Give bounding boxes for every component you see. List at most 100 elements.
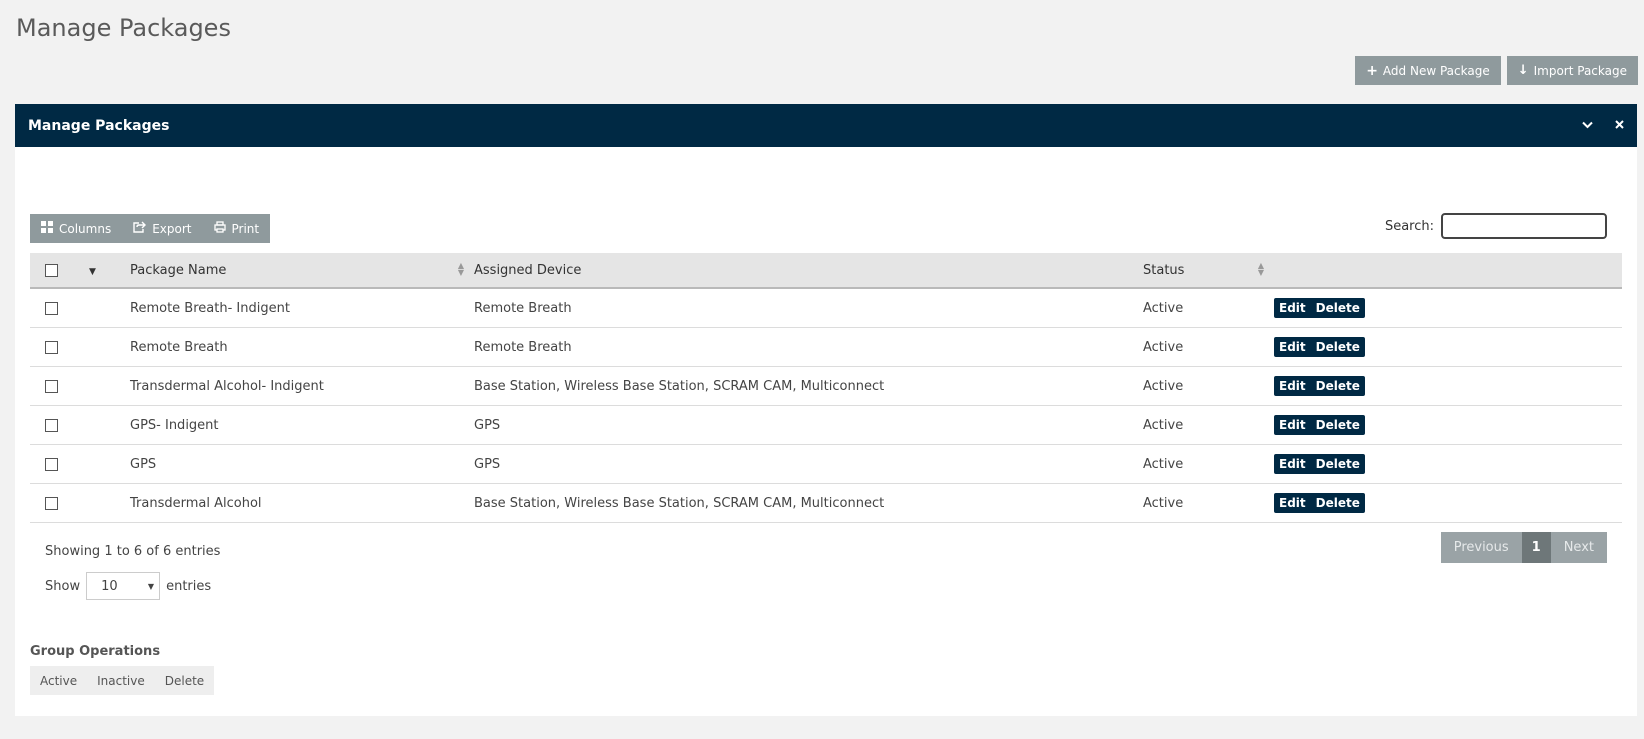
pagination: Previous 1 Next <box>1440 532 1607 563</box>
row-actions: Edit Delete <box>1274 337 1365 357</box>
header-assigned-device: Assigned Device <box>474 253 1143 289</box>
assigned-device-cell: Base Station, Wireless Base Station, SCR… <box>474 366 1143 406</box>
status-cell: Active <box>1143 366 1274 406</box>
edit-button[interactable]: Edit <box>1274 298 1311 318</box>
sort-icon: ▲ ▼ <box>457 261 464 277</box>
edit-button[interactable]: Edit <box>1274 337 1311 357</box>
entries-label: entries <box>166 578 212 594</box>
package-name-header-label: Package Name <box>130 262 227 278</box>
page-length-select[interactable]: 10 ▼ <box>86 572 161 600</box>
select-arrow-icon: ▼ <box>147 581 155 591</box>
search-area: Search: <box>1385 213 1607 239</box>
row-checkbox[interactable] <box>45 379 58 393</box>
row-select-cell <box>30 327 89 367</box>
row-actions: Edit Delete <box>1274 415 1365 435</box>
export-label: Export <box>152 221 192 236</box>
import-package-button[interactable]: ↓ Import Package <box>1506 56 1638 85</box>
table-row: GPS- Indigent GPS Active Edit Delete <box>30 405 1622 445</box>
assigned-device-header-label: Assigned Device <box>474 262 582 278</box>
previous-page-button[interactable]: Previous <box>1440 532 1522 563</box>
group-operations-label: Group Operations <box>30 644 161 659</box>
export-button[interactable]: Export <box>122 214 202 243</box>
table-info: Showing 1 to 6 of 6 entries <box>45 544 221 559</box>
delete-button[interactable]: Delete <box>1311 337 1365 357</box>
row-checkbox[interactable] <box>45 418 58 432</box>
actions-cell: Edit Delete <box>1274 444 1622 484</box>
row-checkbox[interactable] <box>45 301 58 315</box>
manage-packages-panel: Manage Packages Columns Export Print Sea… <box>15 104 1637 716</box>
package-name-cell: Remote Breath- Indigent <box>130 288 474 328</box>
download-arrow-icon: ↓ <box>1517 63 1529 78</box>
status-cell: Active <box>1143 405 1274 445</box>
sort-icon: ▲ ▼ <box>1257 261 1264 277</box>
table-row: Transdermal Alcohol- Indigent Base Stati… <box>30 366 1622 406</box>
panel-header: Manage Packages <box>15 104 1637 147</box>
table-row: Remote Breath Remote Breath Active Edit D… <box>30 327 1622 367</box>
row-spacer-cell <box>89 288 130 328</box>
header-select-all <box>30 253 89 289</box>
show-label: Show <box>45 578 81 594</box>
actions-cell: Edit Delete <box>1274 366 1622 406</box>
edit-button[interactable]: Edit <box>1274 454 1311 474</box>
edit-button[interactable]: Edit <box>1274 415 1311 435</box>
table-row: Remote Breath- Indigent Remote Breath Ac… <box>30 288 1622 328</box>
search-input[interactable] <box>1441 213 1607 239</box>
row-actions: Edit Delete <box>1274 298 1365 318</box>
delete-button[interactable]: Delete <box>1311 376 1365 396</box>
row-select-cell <box>30 288 89 328</box>
row-select-cell <box>30 405 89 445</box>
group-active-button[interactable]: Active <box>30 666 87 695</box>
close-icon[interactable] <box>1615 119 1624 132</box>
columns-button[interactable]: Columns <box>30 214 122 243</box>
header-status[interactable]: Status ▲ ▼ <box>1143 253 1274 289</box>
row-checkbox[interactable] <box>45 340 58 354</box>
delete-button[interactable]: Delete <box>1311 493 1365 513</box>
status-cell: Active <box>1143 483 1274 523</box>
package-name-cell: Transdermal Alcohol- Indigent <box>130 366 474 406</box>
caret-down-icon[interactable]: ▼ <box>89 267 96 277</box>
package-name-cell: Remote Breath <box>130 327 474 367</box>
next-page-button[interactable]: Next <box>1550 532 1607 563</box>
add-new-package-label: Add New Package <box>1382 63 1490 78</box>
delete-button[interactable]: Delete <box>1311 415 1365 435</box>
row-checkbox[interactable] <box>45 457 58 471</box>
group-delete-button[interactable]: Delete <box>155 666 214 695</box>
current-page-button[interactable]: 1 <box>1521 532 1551 563</box>
group-inactive-button[interactable]: Inactive <box>87 666 155 695</box>
row-spacer-cell <box>89 483 130 523</box>
edit-button[interactable]: Edit <box>1274 376 1311 396</box>
top-actions: + Add New Package ↓ Import Package <box>1355 56 1638 85</box>
row-checkbox[interactable] <box>45 496 58 510</box>
package-name-cell: GPS- Indigent <box>130 405 474 445</box>
table-row: Transdermal Alcohol Base Station, Wirele… <box>30 483 1622 523</box>
table-row: GPS GPS Active Edit Delete <box>30 444 1622 484</box>
panel-tools <box>1582 119 1624 132</box>
row-select-cell <box>30 366 89 406</box>
package-name-cell: Transdermal Alcohol <box>130 483 474 523</box>
header-expand: ▼ <box>89 253 130 289</box>
assigned-device-cell: Base Station, Wireless Base Station, SCR… <box>474 483 1143 523</box>
columns-grid-icon <box>41 221 53 236</box>
panel-title: Manage Packages <box>28 117 170 134</box>
status-header-label: Status <box>1143 262 1185 278</box>
row-select-cell <box>30 483 89 523</box>
delete-button[interactable]: Delete <box>1311 298 1365 318</box>
page-title: Manage Packages <box>16 14 231 42</box>
status-cell: Active <box>1143 444 1274 484</box>
delete-button[interactable]: Delete <box>1311 454 1365 474</box>
row-spacer-cell <box>89 327 130 367</box>
assigned-device-cell: GPS <box>474 444 1143 484</box>
chevron-down-icon[interactable] <box>1582 119 1593 132</box>
row-actions: Edit Delete <box>1274 376 1365 396</box>
row-spacer-cell <box>89 444 130 484</box>
edit-button[interactable]: Edit <box>1274 493 1311 513</box>
print-button[interactable]: Print <box>203 214 271 243</box>
columns-label: Columns <box>59 221 112 236</box>
status-cell: Active <box>1143 288 1274 328</box>
assigned-device-cell: Remote Breath <box>474 288 1143 328</box>
actions-cell: Edit Delete <box>1274 405 1622 445</box>
header-package-name[interactable]: Package Name ▲ ▼ <box>130 253 474 289</box>
select-all-checkbox[interactable] <box>45 263 58 277</box>
add-new-package-button[interactable]: + Add New Package <box>1355 56 1501 85</box>
group-operations-buttons: Active Inactive Delete <box>30 666 215 695</box>
